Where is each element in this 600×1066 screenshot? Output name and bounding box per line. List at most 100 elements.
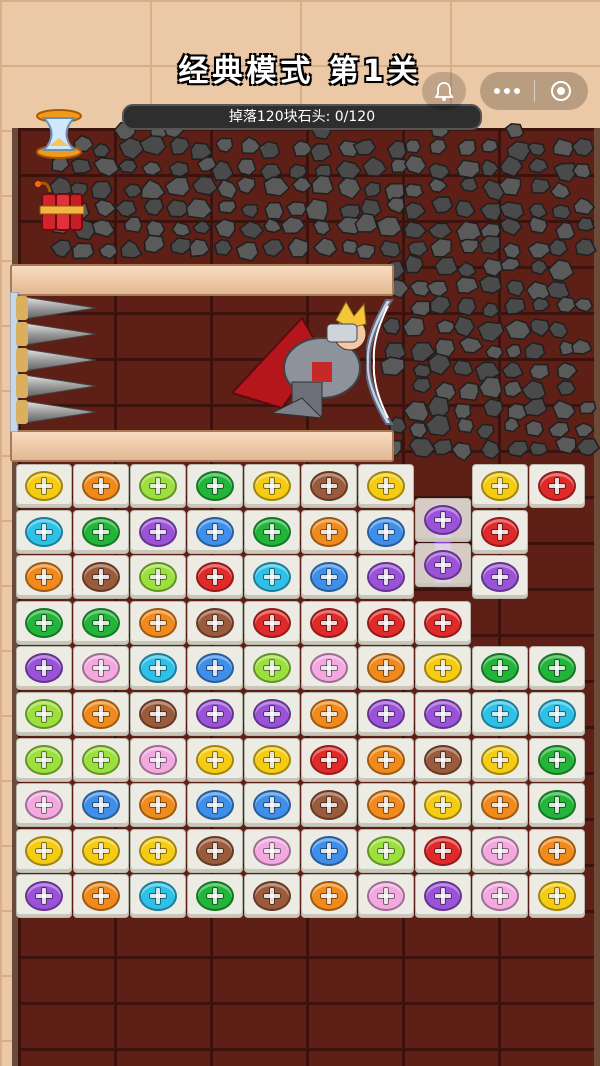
- screw-tile[interactable]: [73, 692, 129, 736]
- screw-tile[interactable]: [73, 646, 129, 691]
- screw-tile[interactable]: [130, 692, 186, 736]
- screw-tile[interactable]: [415, 783, 471, 828]
- screw-tile[interactable]: [244, 600, 300, 645]
- screw-tile[interactable]: [301, 737, 357, 782]
- screw-tile[interactable]: [244, 874, 300, 919]
- screw-tile[interactable]: [73, 828, 129, 873]
- screw-tile[interactable]: [301, 464, 357, 508]
- screw-tile[interactable]: [472, 783, 528, 828]
- screw-tile[interactable]: [415, 692, 471, 736]
- screw-tile[interactable]: [358, 828, 414, 873]
- more-button[interactable]: [480, 72, 534, 110]
- screw-tile[interactable]: [358, 737, 414, 782]
- screw-tile[interactable]: [358, 783, 414, 828]
- screw-tile[interactable]: [187, 509, 243, 554]
- screw-tile[interactable]: [16, 646, 72, 691]
- screw-tile[interactable]: [529, 828, 585, 873]
- screw-tile[interactable]: [16, 509, 72, 554]
- screw-tile[interactable]: [358, 692, 414, 736]
- screw-tile[interactable]: [73, 737, 129, 782]
- screw-tile[interactable]: [130, 874, 186, 919]
- screw-tile[interactable]: [16, 555, 72, 600]
- screw-tile[interactable]: [130, 464, 186, 508]
- screw-tile[interactable]: [130, 737, 186, 782]
- screw-tile[interactable]: [187, 692, 243, 736]
- screw-tile[interactable]: [244, 646, 300, 691]
- hourglass-icon[interactable]: [32, 108, 86, 160]
- screw-tile[interactable]: [358, 874, 414, 919]
- screw-tile[interactable]: [472, 828, 528, 873]
- screw-tile[interactable]: [529, 646, 585, 691]
- screw-tile[interactable]: [16, 600, 72, 645]
- screw-tile[interactable]: [301, 600, 357, 645]
- screw-tile[interactable]: [130, 646, 186, 691]
- screw-tile[interactable]: [73, 874, 129, 919]
- screw-tile[interactable]: [16, 874, 72, 919]
- screw-tile[interactable]: [244, 509, 300, 554]
- dynamite-icon[interactable]: [30, 180, 88, 236]
- screw-tile[interactable]: [301, 692, 357, 736]
- screw-tile[interactable]: [130, 828, 186, 873]
- screw-tile[interactable]: [16, 464, 72, 508]
- screw-tile[interactable]: [244, 737, 300, 782]
- screw-tile[interactable]: [472, 692, 528, 736]
- screw-tile[interactable]: [244, 828, 300, 873]
- screw-tile[interactable]: [244, 464, 300, 508]
- screw-tile[interactable]: [415, 874, 471, 919]
- screw-tile[interactable]: [301, 509, 357, 554]
- screw-tile[interactable]: [358, 509, 414, 554]
- screw-tile[interactable]: [358, 646, 414, 691]
- screw-tile[interactable]: [187, 737, 243, 782]
- screw-tile[interactable]: [301, 783, 357, 828]
- screw-tile[interactable]: [301, 646, 357, 691]
- screw-tile[interactable]: [73, 555, 129, 600]
- screw-tile[interactable]: [529, 874, 585, 919]
- screw-tile[interactable]: [529, 737, 585, 782]
- screw-tile[interactable]: [244, 555, 300, 600]
- screw-tile[interactable]: [358, 464, 414, 508]
- screw-tile[interactable]: [187, 555, 243, 600]
- screw-tile[interactable]: [529, 783, 585, 828]
- screw-tile[interactable]: [130, 783, 186, 828]
- screw-tile[interactable]: [415, 646, 471, 691]
- screw-tile[interactable]: [415, 600, 471, 645]
- screw-tile[interactable]: [187, 646, 243, 691]
- screw-tile[interactable]: [73, 464, 129, 508]
- screw-tile[interactable]: [415, 828, 471, 873]
- notification-button[interactable]: [422, 72, 466, 110]
- screw-tile[interactable]: [472, 646, 528, 691]
- screw-tile[interactable]: [187, 464, 243, 508]
- screw-tile[interactable]: [187, 828, 243, 873]
- screw-tile[interactable]: [73, 509, 129, 554]
- screw-tile[interactable]: [472, 874, 528, 919]
- screw-tile[interactable]: [301, 828, 357, 873]
- screw-tile[interactable]: [301, 874, 357, 919]
- screw-tile[interactable]: [187, 874, 243, 919]
- close-button[interactable]: [534, 72, 588, 110]
- screw-tile[interactable]: [187, 783, 243, 828]
- screw-tile[interactable]: [472, 509, 528, 554]
- screw-tile[interactable]: [529, 464, 585, 508]
- screw-tile[interactable]: [472, 464, 528, 508]
- screw-tile[interactable]: [358, 600, 414, 645]
- screw-tile[interactable]: [73, 600, 129, 645]
- screw-tile[interactable]: [244, 692, 300, 736]
- screw-tile[interactable]: [472, 555, 528, 600]
- screw-tile[interactable]: [529, 692, 585, 736]
- screw-tile[interactable]: [16, 737, 72, 782]
- screw-tile[interactable]: [358, 555, 414, 600]
- floating-screw[interactable]: [415, 497, 471, 542]
- screw-tile[interactable]: [130, 600, 186, 645]
- screw-tile[interactable]: [301, 555, 357, 600]
- screw-tile[interactable]: [73, 783, 129, 828]
- screw-tile[interactable]: [130, 555, 186, 600]
- screw-tile[interactable]: [187, 600, 243, 645]
- screw-tile[interactable]: [130, 509, 186, 554]
- screw-tile[interactable]: [472, 737, 528, 782]
- screw-tile[interactable]: [244, 783, 300, 828]
- screw-tile[interactable]: [16, 692, 72, 736]
- floating-screw[interactable]: [415, 543, 471, 588]
- screw-tile[interactable]: [415, 737, 471, 782]
- screw-tile[interactable]: [16, 828, 72, 873]
- screw-tile[interactable]: [16, 783, 72, 828]
